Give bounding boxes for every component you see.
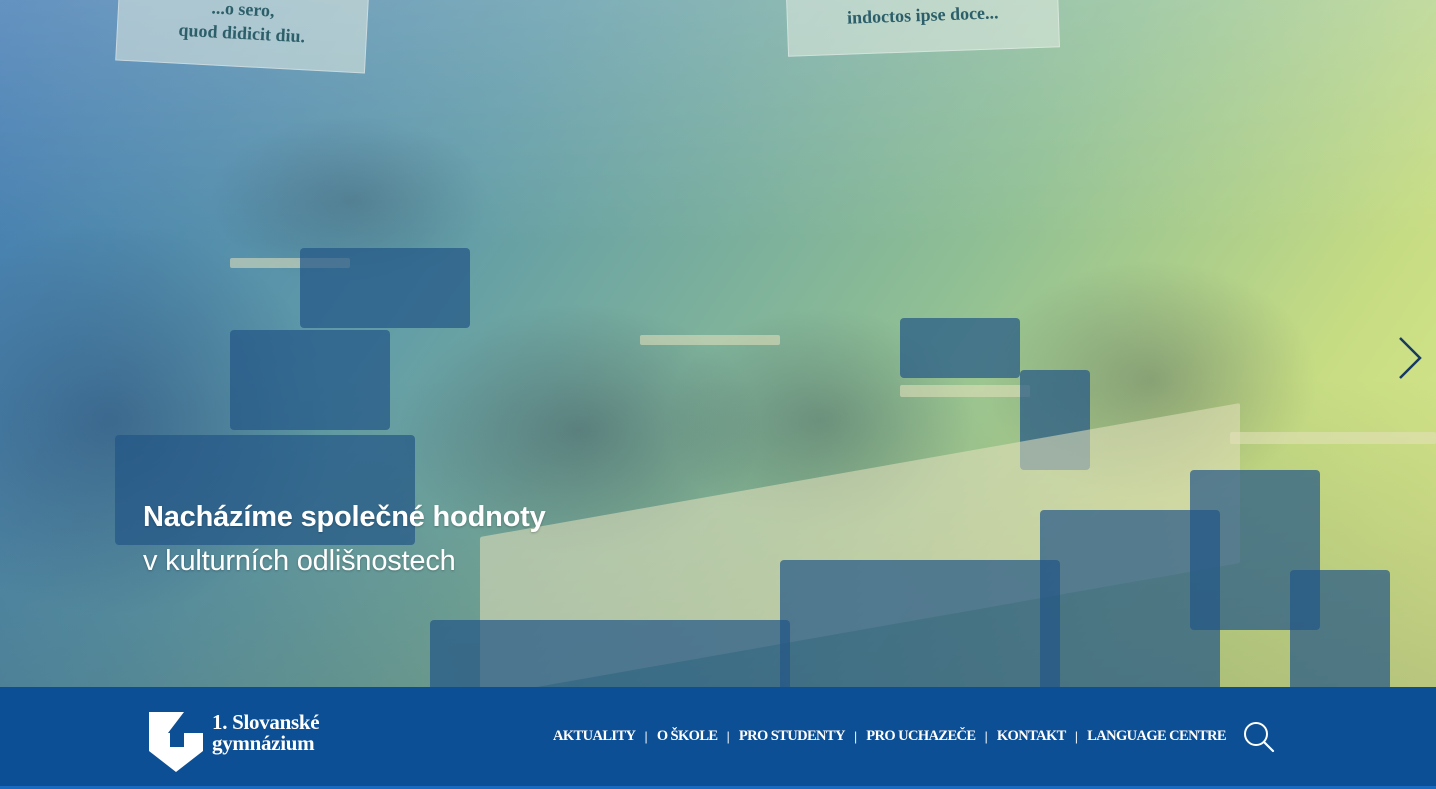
nav-item-pro-uchazece[interactable]: PRO UCHAZEČE: [866, 728, 976, 745]
site-name-line1: 1. Slovanské: [212, 710, 320, 734]
site-name: 1. Slovanské gymnázium: [212, 710, 320, 755]
search-icon[interactable]: [1243, 721, 1275, 753]
main-menu: AKTUALITY | O ŠKOLE | PRO STUDENTY | PRO…: [553, 726, 1227, 746]
site-logo[interactable]: 1. Slovanské gymnázium: [148, 710, 348, 772]
nav-separator: |: [853, 728, 858, 744]
hero-caption: Nacházíme společné hodnoty v kulturních …: [143, 498, 546, 586]
hero-subheadline: v kulturních odlišnostech: [143, 545, 456, 577]
site-name-line2: gymnázium: [212, 731, 315, 755]
shield-logo-icon: [149, 712, 203, 772]
nav-item-language-centre[interactable]: LANGUAGE CENTRE: [1087, 728, 1226, 745]
hero-banner: ...o sero, quod didicit diu. indoctos ip…: [0, 0, 1436, 687]
nav-item-o-skole[interactable]: O ŠKOLE: [657, 728, 718, 745]
nav-separator: |: [644, 728, 648, 744]
nav-separator: |: [1074, 728, 1079, 744]
main-navbar: 1. Slovanské gymnázium AKTUALITY | O ŠKO…: [0, 687, 1436, 789]
nav-item-pro-studenty[interactable]: PRO STUDENTY: [739, 728, 846, 745]
nav-item-aktuality[interactable]: AKTUALITY: [553, 728, 636, 745]
nav-separator: |: [726, 728, 730, 744]
nav-separator: |: [984, 728, 988, 744]
chevron-right-icon[interactable]: [1396, 336, 1424, 380]
hero-headline: Nacházíme společné hodnoty: [143, 501, 546, 533]
nav-item-kontakt[interactable]: KONTAKT: [997, 728, 1066, 745]
